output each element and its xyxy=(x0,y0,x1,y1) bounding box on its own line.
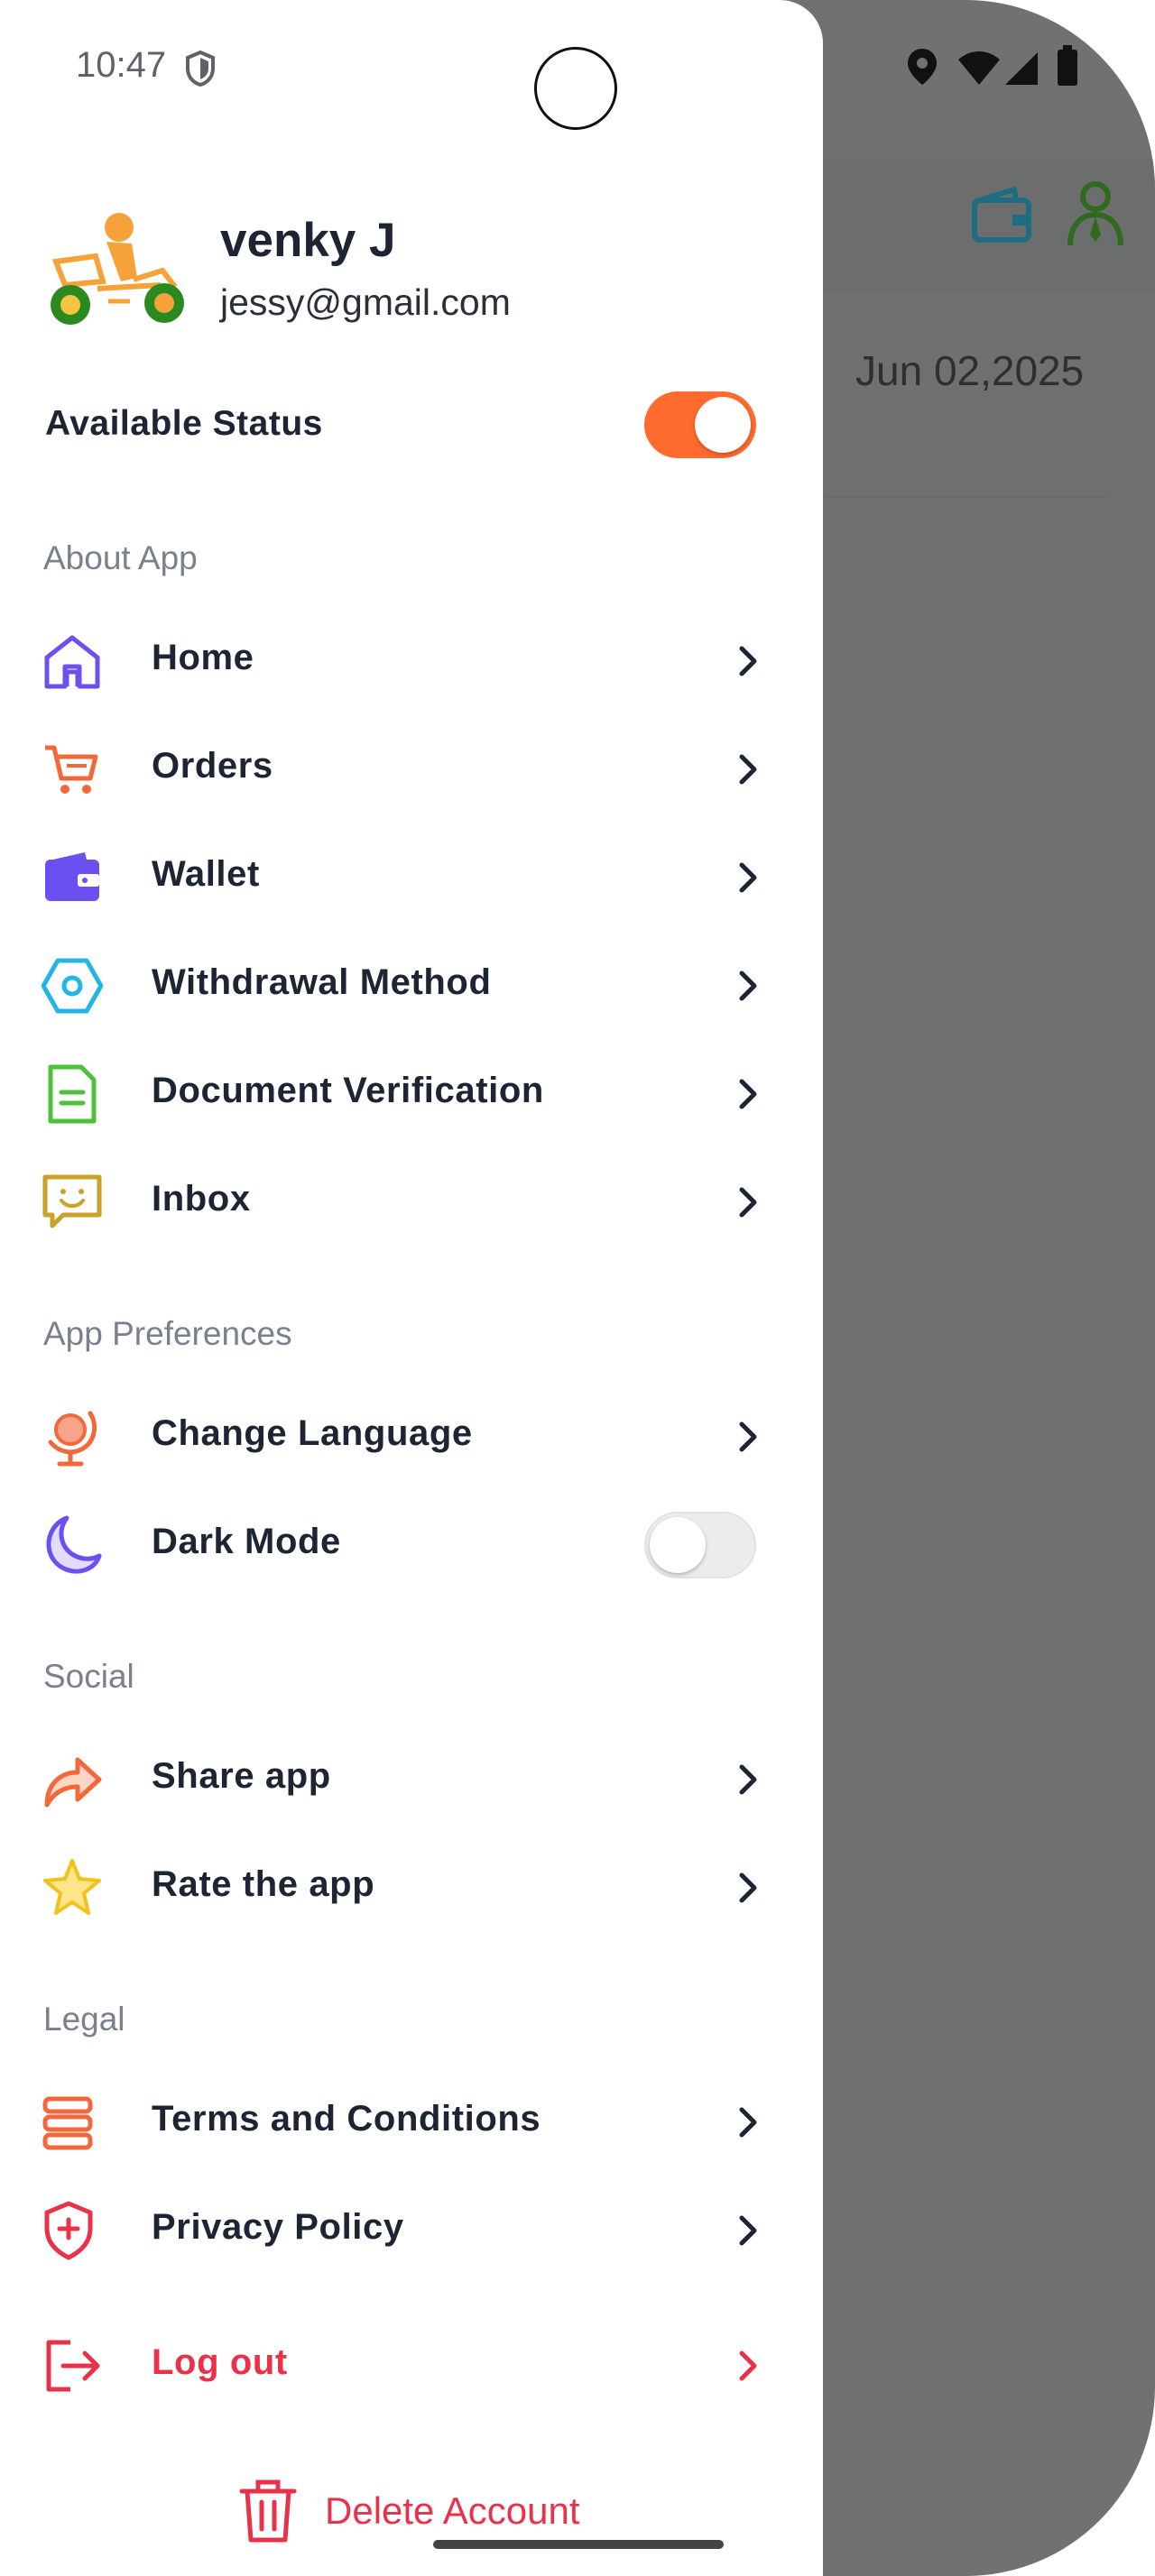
profile-email: jessy@gmail.com xyxy=(220,281,511,323)
dark-mode-toggle[interactable] xyxy=(644,1512,756,1578)
chevron-right-icon xyxy=(739,1187,757,1218)
globe-icon xyxy=(48,1411,97,1467)
menu-item-terms[interactable]: Terms and Conditions xyxy=(0,2072,823,2171)
status-time: 10:47 xyxy=(76,45,167,85)
shield-plus-icon xyxy=(44,2201,93,2260)
logout-icon xyxy=(46,2340,100,2392)
profile-icon[interactable] xyxy=(1065,180,1126,249)
trash-icon xyxy=(239,2479,297,2543)
menu-label-withdrawal: Withdrawal Method xyxy=(152,962,492,1002)
screen: Jun 02,2025 10:47 venky J jessy@gmail.co… xyxy=(0,0,1155,2576)
menu-item-inbox[interactable]: Inbox xyxy=(0,1152,823,1251)
delete-account-label: Delete Account xyxy=(325,2489,580,2532)
navigation-drawer: 10:47 venky J jessy@gmail.com Available … xyxy=(0,0,823,2576)
star-icon xyxy=(43,1859,101,1915)
menu-item-wallet[interactable]: Wallet xyxy=(0,827,823,926)
chevron-right-icon xyxy=(739,2107,757,2138)
section-title-preferences: App Preferences xyxy=(43,1315,292,1352)
menu-label-privacy: Privacy Policy xyxy=(152,2207,404,2247)
menu-item-logout[interactable]: Log out xyxy=(0,2315,823,2415)
section-title-social: Social xyxy=(43,1658,134,1695)
chevron-right-icon xyxy=(739,2351,757,2381)
menu-label-inbox: Inbox xyxy=(152,1179,251,1219)
chevron-right-icon xyxy=(739,1421,757,1452)
chevron-right-icon xyxy=(739,1764,757,1795)
menu-item-change-language[interactable]: Change Language xyxy=(0,1386,823,1486)
menu-item-privacy-policy[interactable]: Privacy Policy xyxy=(0,2180,823,2279)
chevron-right-icon xyxy=(739,1872,757,1903)
document-icon xyxy=(48,1064,97,1124)
menu-label-dark-mode: Dark Mode xyxy=(152,1522,341,1561)
menu-label-documents: Document Verification xyxy=(152,1071,544,1110)
chevron-right-icon xyxy=(739,646,757,676)
chevron-right-icon xyxy=(739,1079,757,1109)
menu-label-orders: Orders xyxy=(152,746,273,786)
menu-item-share-app[interactable]: Share app xyxy=(0,1729,823,1828)
chat-icon xyxy=(42,1174,102,1228)
hexagon-icon xyxy=(42,958,103,1014)
menu-label-wallet: Wallet xyxy=(152,854,260,894)
menu-item-orders[interactable]: Orders xyxy=(0,719,823,818)
front-camera xyxy=(534,47,617,130)
chevron-right-icon xyxy=(739,754,757,785)
background-date: Jun 02,2025 xyxy=(855,347,1085,394)
chevron-right-icon xyxy=(739,971,757,1001)
toggle-knob xyxy=(695,397,751,453)
avatar xyxy=(51,213,184,325)
menu-label-terms: Terms and Conditions xyxy=(152,2099,541,2139)
wallet-icon[interactable] xyxy=(971,186,1034,249)
menu-item-document-verification[interactable]: Document Verification xyxy=(0,1044,823,1143)
shield-icon xyxy=(186,51,215,87)
chevron-right-icon xyxy=(739,862,757,893)
available-status-toggle[interactable] xyxy=(644,391,756,458)
cart-icon xyxy=(45,745,98,794)
menu-item-withdrawal-method[interactable]: Withdrawal Method xyxy=(0,935,823,1035)
menu-label-home: Home xyxy=(152,638,254,677)
share-icon xyxy=(44,1757,102,1808)
chevron-right-icon xyxy=(739,2215,757,2246)
available-status-label: Available Status xyxy=(45,404,323,443)
terms-icon xyxy=(42,2096,93,2150)
home-icon xyxy=(44,635,100,689)
menu-label-rate: Rate the app xyxy=(152,1864,375,1904)
toggle-knob xyxy=(650,1517,706,1573)
section-title-legal: Legal xyxy=(43,2001,125,2038)
delete-account-button[interactable]: Delete Account xyxy=(236,2479,615,2547)
menu-label-language: Change Language xyxy=(152,1413,473,1453)
menu-label-logout: Log out xyxy=(152,2342,288,2382)
home-indicator[interactable] xyxy=(433,2540,724,2549)
menu-item-home[interactable]: Home xyxy=(0,611,823,710)
menu-label-share: Share app xyxy=(152,1756,331,1796)
profile-name: venky J xyxy=(220,214,396,267)
wallet-icon xyxy=(45,852,99,901)
section-title-about: About App xyxy=(43,539,198,576)
menu-item-rate-app[interactable]: Rate the app xyxy=(0,1837,823,1937)
moon-icon xyxy=(46,1515,102,1574)
